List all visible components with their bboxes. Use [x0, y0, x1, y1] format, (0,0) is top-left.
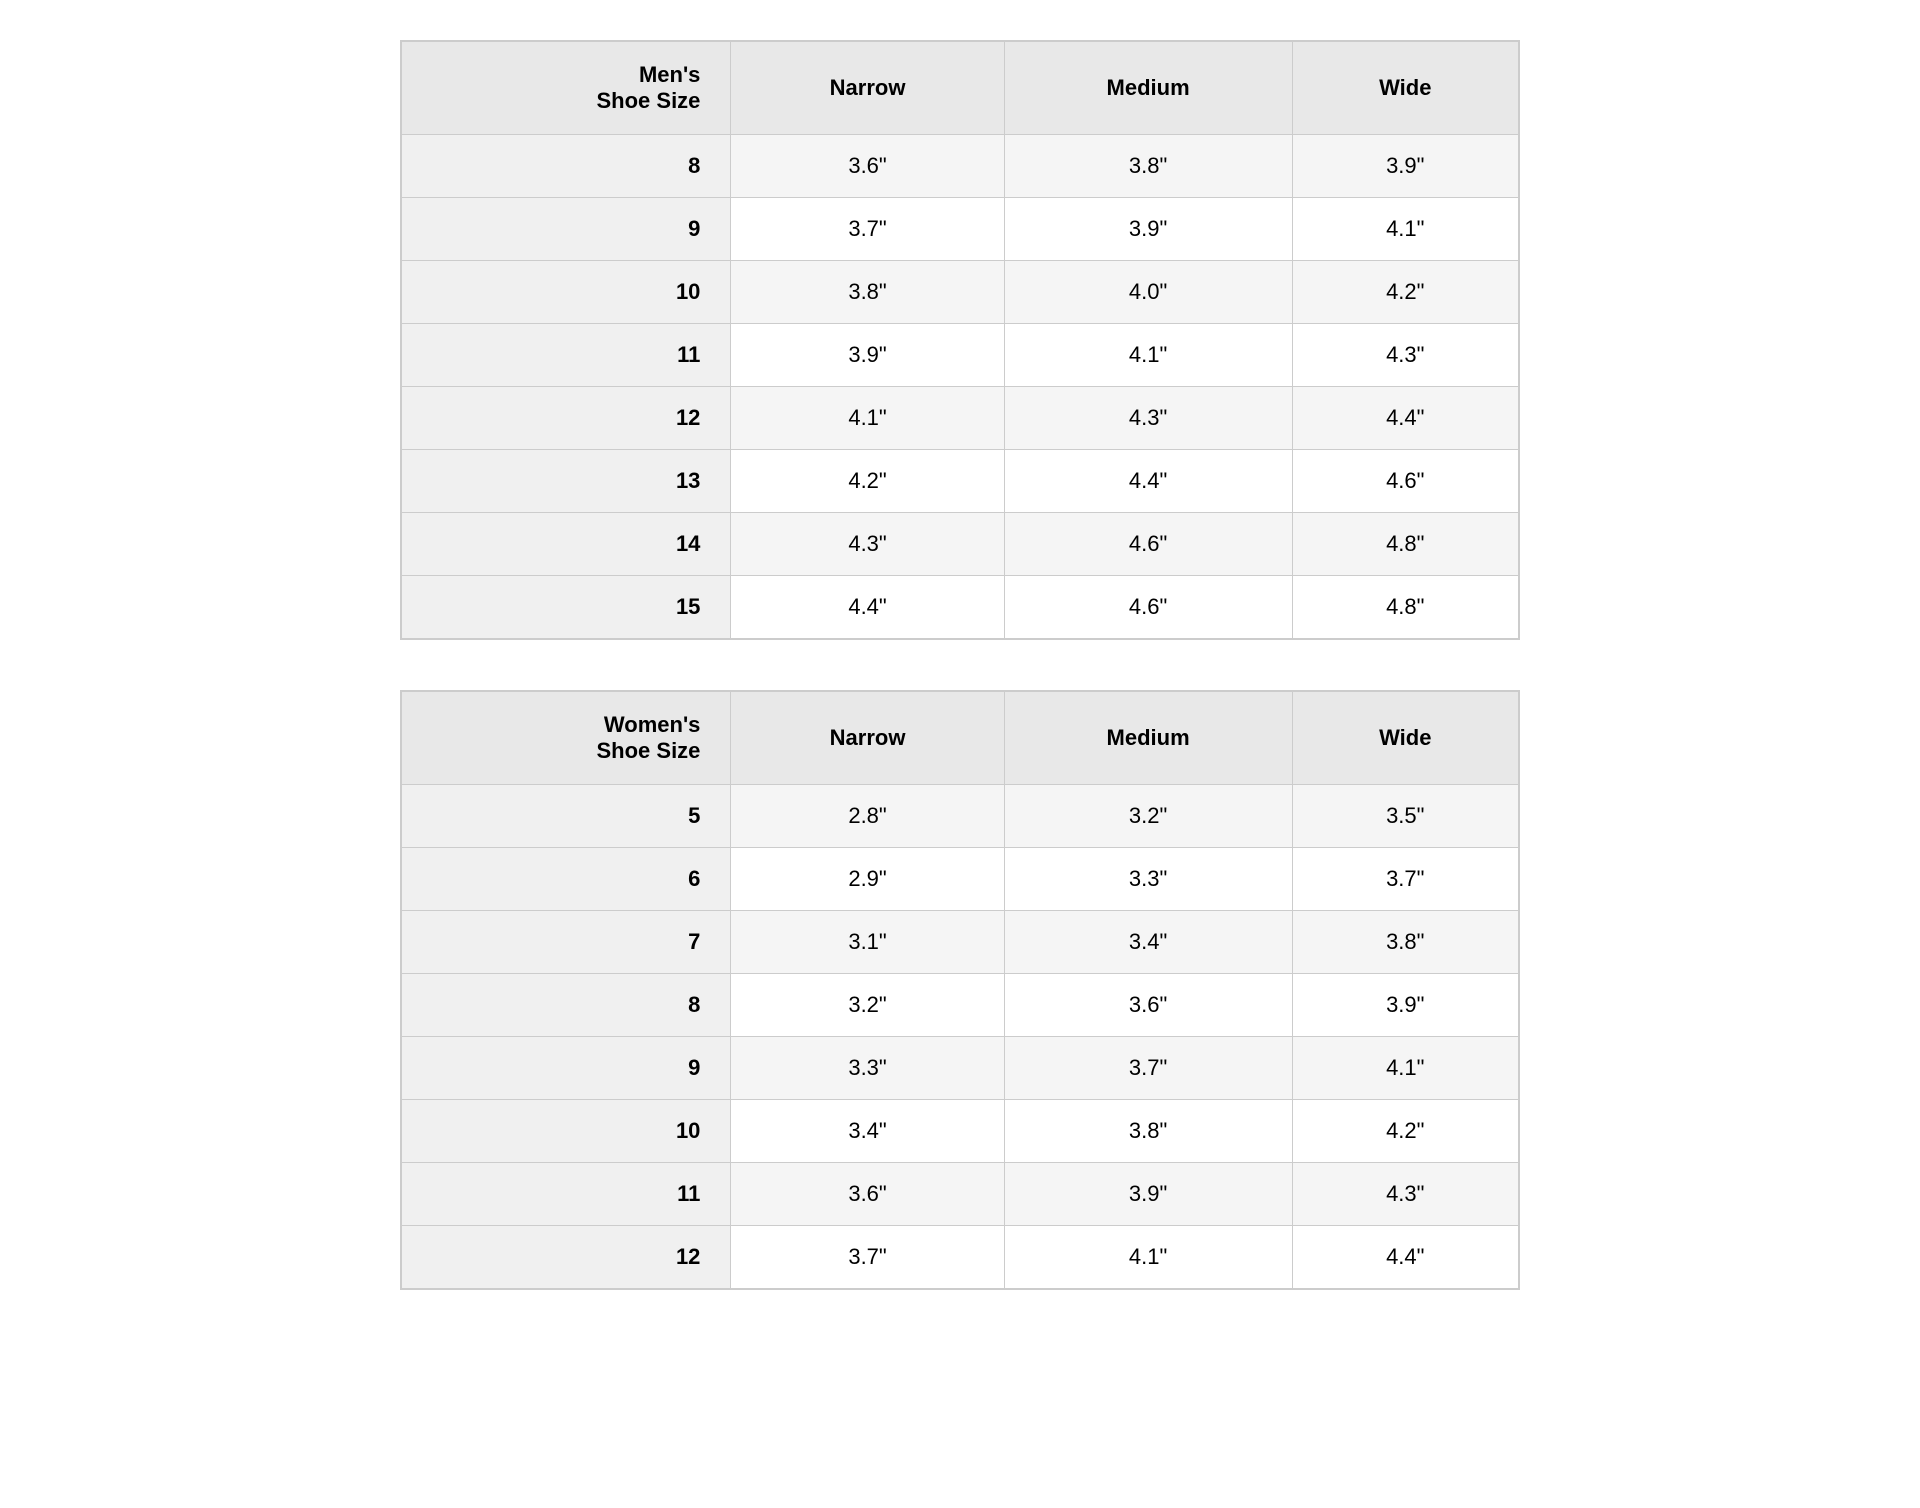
table-row: 6 2.9" 3.3" 3.7" [402, 848, 1519, 911]
medium-cell: 4.1" [1004, 324, 1292, 387]
wide-cell: 4.3" [1292, 324, 1518, 387]
wide-cell: 4.4" [1292, 1226, 1518, 1289]
size-cell: 10 [402, 1100, 731, 1163]
table-row: 8 3.2" 3.6" 3.9" [402, 974, 1519, 1037]
medium-cell: 3.8" [1004, 135, 1292, 198]
size-cell: 8 [402, 974, 731, 1037]
medium-cell: 3.3" [1004, 848, 1292, 911]
size-cell: 6 [402, 848, 731, 911]
womens-shoe-size-table: Women'sShoe Size Narrow Medium Wide 5 2.… [400, 690, 1520, 1290]
size-cell: 12 [402, 1226, 731, 1289]
table-row: 12 4.1" 4.3" 4.4" [402, 387, 1519, 450]
size-cell: 8 [402, 135, 731, 198]
table-row: 8 3.6" 3.8" 3.9" [402, 135, 1519, 198]
medium-cell: 3.8" [1004, 1100, 1292, 1163]
wide-cell: 4.4" [1292, 387, 1518, 450]
table-row: 9 3.3" 3.7" 4.1" [402, 1037, 1519, 1100]
wide-cell: 3.7" [1292, 848, 1518, 911]
wide-cell: 3.5" [1292, 785, 1518, 848]
medium-cell: 3.9" [1004, 1163, 1292, 1226]
size-cell: 13 [402, 450, 731, 513]
narrow-cell: 3.8" [731, 261, 1004, 324]
wide-cell: 3.9" [1292, 135, 1518, 198]
table-row: 11 3.9" 4.1" 4.3" [402, 324, 1519, 387]
table-row: 9 3.7" 3.9" 4.1" [402, 198, 1519, 261]
size-cell: 5 [402, 785, 731, 848]
wide-cell: 4.8" [1292, 576, 1518, 639]
medium-cell: 3.6" [1004, 974, 1292, 1037]
table-row: 7 3.1" 3.4" 3.8" [402, 911, 1519, 974]
narrow-cell: 2.8" [731, 785, 1004, 848]
womens-size-header: Women'sShoe Size [402, 692, 731, 785]
womens-medium-header: Medium [1004, 692, 1292, 785]
table-row: 12 3.7" 4.1" 4.4" [402, 1226, 1519, 1289]
table-row: 14 4.3" 4.6" 4.8" [402, 513, 1519, 576]
medium-cell: 3.9" [1004, 198, 1292, 261]
narrow-cell: 2.9" [731, 848, 1004, 911]
narrow-cell: 4.1" [731, 387, 1004, 450]
womens-narrow-header: Narrow [731, 692, 1004, 785]
medium-cell: 4.4" [1004, 450, 1292, 513]
size-cell: 15 [402, 576, 731, 639]
narrow-cell: 4.4" [731, 576, 1004, 639]
table-row: 5 2.8" 3.2" 3.5" [402, 785, 1519, 848]
narrow-cell: 3.3" [731, 1037, 1004, 1100]
size-cell: 9 [402, 1037, 731, 1100]
wide-cell: 3.9" [1292, 974, 1518, 1037]
table-row: 13 4.2" 4.4" 4.6" [402, 450, 1519, 513]
mens-wide-header: Wide [1292, 42, 1518, 135]
narrow-cell: 3.4" [731, 1100, 1004, 1163]
mens-shoe-size-table: Men'sShoe Size Narrow Medium Wide 8 3.6"… [400, 40, 1520, 640]
size-cell: 12 [402, 387, 731, 450]
medium-cell: 4.3" [1004, 387, 1292, 450]
wide-cell: 4.8" [1292, 513, 1518, 576]
wide-cell: 4.1" [1292, 198, 1518, 261]
medium-cell: 4.6" [1004, 576, 1292, 639]
wide-cell: 4.6" [1292, 450, 1518, 513]
womens-wide-header: Wide [1292, 692, 1518, 785]
medium-cell: 3.2" [1004, 785, 1292, 848]
table-row: 10 3.4" 3.8" 4.2" [402, 1100, 1519, 1163]
narrow-cell: 4.3" [731, 513, 1004, 576]
narrow-cell: 3.7" [731, 198, 1004, 261]
narrow-cell: 3.1" [731, 911, 1004, 974]
size-cell: 14 [402, 513, 731, 576]
narrow-cell: 3.6" [731, 135, 1004, 198]
wide-cell: 4.2" [1292, 1100, 1518, 1163]
size-cell: 10 [402, 261, 731, 324]
table-row: 15 4.4" 4.6" 4.8" [402, 576, 1519, 639]
size-cell: 11 [402, 1163, 731, 1226]
medium-cell: 3.7" [1004, 1037, 1292, 1100]
table-row: 11 3.6" 3.9" 4.3" [402, 1163, 1519, 1226]
medium-cell: 4.6" [1004, 513, 1292, 576]
narrow-cell: 3.9" [731, 324, 1004, 387]
medium-cell: 4.1" [1004, 1226, 1292, 1289]
medium-cell: 3.4" [1004, 911, 1292, 974]
mens-medium-header: Medium [1004, 42, 1292, 135]
table-row: 10 3.8" 4.0" 4.2" [402, 261, 1519, 324]
wide-cell: 4.2" [1292, 261, 1518, 324]
narrow-cell: 3.6" [731, 1163, 1004, 1226]
narrow-cell: 3.7" [731, 1226, 1004, 1289]
size-cell: 7 [402, 911, 731, 974]
wide-cell: 4.1" [1292, 1037, 1518, 1100]
size-cell: 9 [402, 198, 731, 261]
mens-narrow-header: Narrow [731, 42, 1004, 135]
size-cell: 11 [402, 324, 731, 387]
wide-cell: 4.3" [1292, 1163, 1518, 1226]
mens-size-header: Men'sShoe Size [402, 42, 731, 135]
wide-cell: 3.8" [1292, 911, 1518, 974]
medium-cell: 4.0" [1004, 261, 1292, 324]
narrow-cell: 3.2" [731, 974, 1004, 1037]
narrow-cell: 4.2" [731, 450, 1004, 513]
